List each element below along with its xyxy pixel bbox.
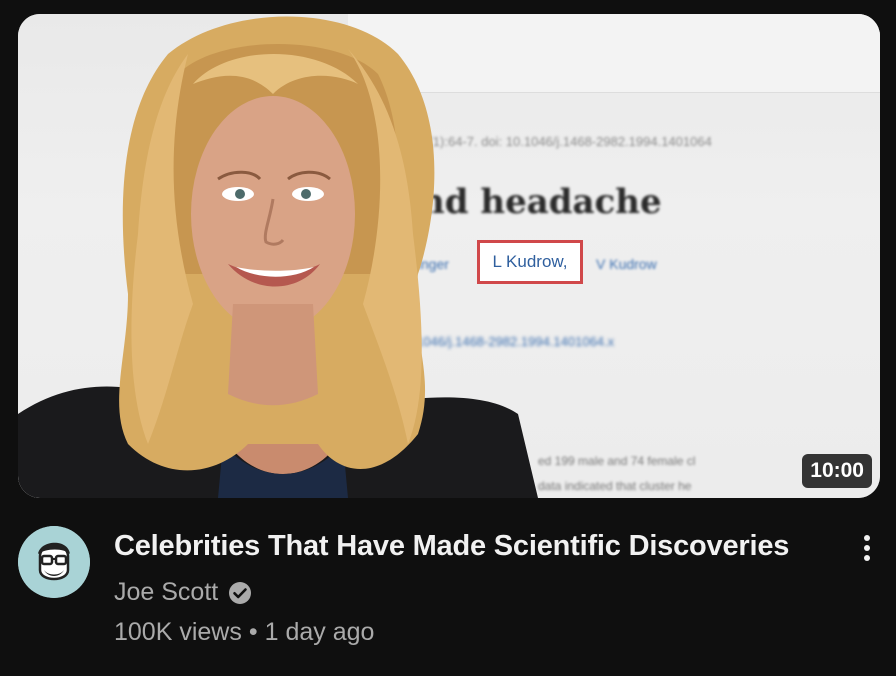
stats-separator: • (248, 618, 258, 646)
video-card: Feb;14(1):64-7. doi: 10.1046/j.1468-2982… (0, 0, 896, 676)
paper-body-line: ed 199 male and 74 female cl (538, 454, 696, 468)
verified-check-icon (229, 581, 252, 604)
channel-name: Joe Scott (114, 578, 219, 606)
paper-authors-right: V Kudrow (596, 256, 657, 272)
portrait-illustration (18, 16, 538, 498)
duration-badge: 10:00 (802, 454, 872, 488)
menu-dot (864, 535, 870, 541)
view-count: 100K views (114, 618, 242, 646)
portrait-neck (228, 304, 318, 406)
video-title[interactable]: Celebrities That Have Made Scientific Di… (114, 526, 834, 566)
portrait-face (191, 96, 355, 332)
channel-link[interactable]: Joe Scott (114, 578, 252, 607)
avatar-illustration (18, 526, 90, 598)
video-thumbnail[interactable]: Feb;14(1):64-7. doi: 10.1046/j.1468-2982… (18, 14, 880, 498)
menu-dot (864, 555, 870, 561)
paper-body-line: data indicated that cluster he (538, 479, 692, 493)
video-stats: 100K views • 1 day ago (114, 618, 374, 647)
video-meta: Celebrities That Have Made Scientific Di… (18, 520, 880, 660)
menu-dot (864, 545, 870, 551)
published-time: 1 day ago (264, 618, 375, 646)
channel-avatar[interactable] (18, 526, 90, 598)
more-vert-icon[interactable] (854, 528, 880, 568)
